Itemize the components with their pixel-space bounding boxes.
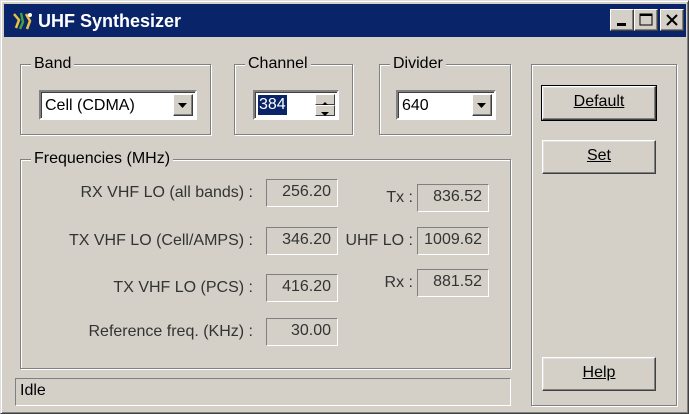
uhf-lo-label: UHF LO : (345, 232, 413, 249)
maximize-button[interactable] (634, 9, 658, 31)
channel-label: Channel (245, 54, 311, 74)
channel-up-button[interactable] (315, 94, 335, 106)
divider-label: Divider (390, 54, 446, 74)
band-group: Band Cell (CDMA) (20, 54, 211, 135)
title-bar[interactable]: UHF Synthesizer (4, 4, 686, 37)
band-selected-value: Cell (CDMA) (45, 97, 135, 114)
minimize-icon (617, 23, 626, 26)
rx-label: Rx : (384, 274, 413, 291)
chevron-down-icon (477, 103, 486, 108)
close-button[interactable] (660, 9, 684, 31)
reference-freq-label: Reference freq. (KHz) : (88, 323, 254, 340)
uhf-lo-value: 1009.62 (417, 227, 489, 255)
default-button[interactable]: Default (541, 85, 657, 121)
set-button[interactable]: Set (542, 140, 656, 174)
minimize-button[interactable] (610, 9, 634, 31)
app-window: UHF Synthesizer Band Cell (CDMA) Channel… (0, 0, 689, 414)
frequencies-label: Frequencies (MHz) (31, 149, 174, 169)
reference-freq-value: 30.00 (266, 318, 338, 346)
tx-value: 836.52 (417, 184, 489, 212)
tx-vhf-lo-cell-label: TX VHF LO (Cell/AMPS) : (68, 232, 253, 249)
window-title: UHF Synthesizer (38, 11, 182, 31)
channel-group: Channel 384 (234, 54, 353, 135)
divider-selected-value: 640 (402, 97, 429, 114)
tx-vhf-lo-pcs-label: TX VHF LO (PCS) : (113, 279, 253, 296)
chevron-down-icon (178, 103, 187, 108)
rx-vhf-lo-label: RX VHF LO (all bands) : (80, 184, 254, 201)
close-icon (666, 14, 678, 26)
tx-vhf-lo-pcs-value: 416.20 (266, 274, 338, 302)
channel-value[interactable]: 384 (258, 95, 287, 115)
channel-down-button[interactable] (315, 105, 335, 116)
help-button[interactable]: Help (542, 357, 656, 391)
tx-vhf-lo-cell-value: 346.20 (266, 227, 338, 255)
band-select[interactable]: Cell (CDMA) (39, 90, 197, 120)
band-dropdown-button[interactable] (173, 94, 193, 116)
default-button-label: Default (573, 93, 625, 110)
rx-vhf-lo-value: 256.20 (266, 179, 338, 207)
divider-select[interactable]: 640 (396, 90, 496, 120)
divider-group: Divider 640 (379, 54, 511, 135)
maximize-icon (639, 13, 653, 26)
band-label: Band (31, 54, 75, 74)
rx-value: 881.52 (417, 269, 489, 297)
help-button-label: Help (582, 364, 616, 381)
channel-stepper[interactable]: 384 (253, 90, 339, 120)
divider-dropdown-button[interactable] (472, 94, 492, 116)
frequencies-group: Frequencies (MHz) RX VHF LO (all bands) … (20, 149, 511, 369)
status-bar: Idle (15, 378, 511, 406)
app-icon (13, 12, 32, 30)
chevron-down-icon (321, 112, 329, 116)
set-button-label: Set (586, 147, 611, 164)
tx-label: Tx : (386, 189, 413, 206)
